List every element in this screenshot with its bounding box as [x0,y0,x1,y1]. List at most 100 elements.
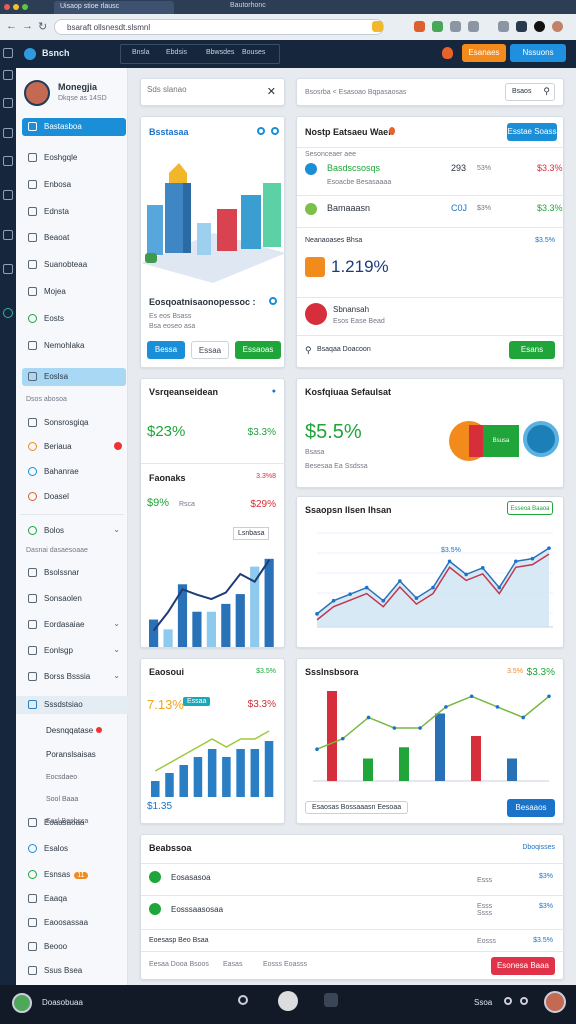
rail-doc-icon[interactable] [3,98,13,108]
extension-icon[interactable] [516,21,527,32]
secondary-button[interactable]: Essaa [191,341,229,359]
nav-item[interactable]: Bbwsdes [206,49,234,56]
submenu-item[interactable]: Eocsdaeo [46,774,77,781]
rail-grid-icon[interactable] [3,156,13,166]
sidebar-item[interactable]: Beriaua [22,438,126,456]
info-icon[interactable] [257,127,265,135]
teal-coin-icon[interactable] [523,421,559,457]
bookmark-icon[interactable] [372,21,383,32]
submenu-item[interactable]: Poranslsaisas [46,750,96,759]
nav-item[interactable]: Bnsla [132,49,150,56]
rail-chat-icon[interactable] [3,230,13,240]
nav-item[interactable]: Bouses [242,49,265,56]
sidebar-item[interactable]: Sonsrosgiqa [22,414,126,432]
rail-image-icon[interactable] [3,264,13,274]
submenu-item[interactable]: Desnqqatase [46,726,103,735]
list-footer-button[interactable]: Esans [509,341,555,359]
sidebar-item[interactable]: Doasel [22,488,126,506]
settings-icon[interactable] [504,997,512,1005]
reload-icon[interactable]: ↻ [38,20,47,33]
sidebar-item[interactable]: Ssus Bsea [22,962,126,980]
rail-list-icon[interactable] [3,128,13,138]
extension-icon[interactable] [432,21,443,32]
bottom-link[interactable]: Eesaa Dooa Bsoos [149,961,209,968]
extension-icon[interactable] [534,21,545,32]
sidebar-item[interactable]: Sonsaolen [22,590,126,608]
sidebar-item[interactable]: Eonlsgp ⌄ [22,642,126,660]
sidebar-item[interactable]: Eordasaiae ⌄ [22,616,126,634]
profile-avatar-icon[interactable] [552,21,563,32]
sidebar-item[interactable]: Nemohlaka [22,337,126,355]
rail-edit-icon[interactable] [3,190,13,200]
nav-item[interactable]: Ebdsis [166,49,187,56]
close-window-icon[interactable] [4,4,10,10]
sidebar-item[interactable]: Beooo [22,938,126,956]
sidebar-item[interactable]: Beaoat [22,229,126,247]
rail-pen-icon[interactable] [3,70,13,80]
sidebar-item[interactable]: Suanobteaa [22,256,126,274]
success-button[interactable]: Essaoas [235,341,281,359]
start-icon[interactable] [12,993,32,1013]
fire-icon[interactable] [442,47,453,59]
sidebar-item[interactable]: Mojea [22,283,126,301]
header-blue-button[interactable]: Nssuons [510,44,566,62]
chevron-down-icon[interactable]: ⌄ [113,671,120,680]
table-footer-button[interactable]: Esonesa Baaa [491,957,555,975]
filter-search-box[interactable]: Bsaos ⚲ [505,83,555,101]
sidebar-item[interactable]: Eoaasaoaa [22,814,126,832]
settings-icon[interactable] [520,997,528,1005]
globe-icon[interactable] [271,127,279,135]
avatar[interactable] [24,80,50,106]
sidebar-item[interactable]: Eosts [22,310,126,328]
sidebar-item[interactable]: Bolos ⌄ [22,522,126,540]
table-link[interactable]: Dboqisses [522,844,555,851]
chevron-down-icon[interactable]: ⌄ [113,619,120,628]
chart-bar [363,758,373,781]
search-icon[interactable] [238,995,248,1005]
extension-icon[interactable] [414,21,425,32]
extension-icon[interactable] [468,21,479,32]
sidebar-item-expanded[interactable]: Sssdstsiao [16,696,128,714]
chevron-down-icon[interactable]: ⌄ [113,525,120,534]
app-icon[interactable] [278,991,298,1011]
maximize-window-icon[interactable] [22,4,28,10]
forward-icon[interactable]: → [22,20,33,32]
submenu-item[interactable]: Sool Baaa [46,796,78,803]
sidebar-item[interactable]: Esnsas 11 [22,866,126,884]
search-input[interactable] [147,85,257,94]
back-icon[interactable]: ← [6,20,17,32]
sidebar-item[interactable]: Esalos [22,840,126,858]
mixed-footer[interactable]: Esaosas Bossaaasn Eesoaa [305,801,409,814]
sidebar-item[interactable]: Bahanrae [22,463,126,481]
app-icon[interactable] [324,993,338,1007]
sidebar-item[interactable]: Enbosa [22,176,126,194]
sidebar-item-dashboard[interactable]: Bastasboa [22,118,126,136]
chevron-down-icon[interactable]: ⌄ [113,645,120,654]
rail-status-icon[interactable] [3,308,13,318]
sidebar-section-header[interactable]: Eoslsa [22,368,126,386]
bottom-link[interactable]: Eosss Eoasss [263,961,307,968]
extension-icon[interactable] [450,21,461,32]
breadcrumb[interactable]: Bsosrba < Esasoao Bqpasaosas [305,89,406,96]
sidebar-item[interactable]: Eoshgqle [22,149,126,167]
browser-tab[interactable]: Uisaop stioe rlausc [54,1,174,14]
rail-menu-icon[interactable] [3,48,13,58]
close-icon[interactable]: ✕ [267,85,276,98]
mixed-footer-button[interactable]: Besaaos [507,799,555,817]
sidebar-item[interactable]: Bsolssnar [22,564,126,582]
list-action-button[interactable]: Esstae Soass [507,123,557,141]
user-avatar[interactable] [544,991,566,1013]
sidebar-item[interactable]: Ednsta [22,203,126,221]
chart-bar [193,757,203,797]
extension-icon[interactable] [498,21,509,32]
chart-action-button[interactable]: Esseoa Baaoa [507,501,553,515]
taskbar-label[interactable]: Doasobuaa [42,998,83,1007]
minimize-window-icon[interactable] [13,4,19,10]
sidebar-item[interactable]: Borss Bsssia ⌄ [22,668,126,686]
header-orange-button[interactable]: Esanaes [462,44,506,62]
primary-button[interactable]: Bessa [147,341,185,359]
bottom-link[interactable]: Easas [223,961,242,968]
sidebar-item[interactable]: Eaaqa [22,890,126,908]
sidebar-item[interactable]: Eaoosassaa [22,914,126,932]
url-field[interactable]: bsaraft ollsnesdt.slsmnl [54,19,384,35]
